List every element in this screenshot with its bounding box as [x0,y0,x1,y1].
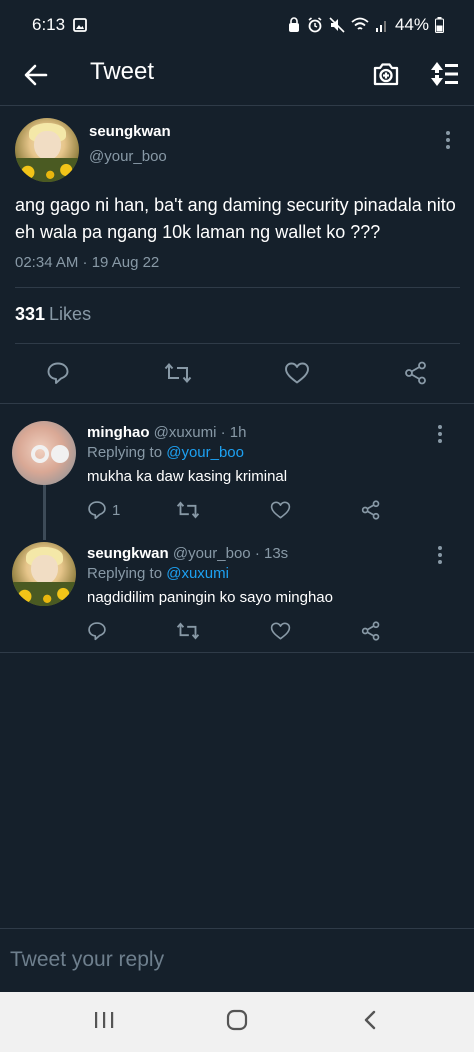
tweet-actions [0,356,474,404]
heart-icon[interactable] [270,621,291,641]
reply-icon[interactable] [87,500,107,520]
status-bar: 6:13 44% [0,0,474,50]
author-handle[interactable]: @your_boo [89,148,167,165]
sort-arrows-icon[interactable] [428,59,460,89]
battery-percent: 44% [394,15,429,34]
reply-composer [0,928,474,991]
likes-count: 331 [15,304,46,324]
home-icon[interactable] [226,1009,248,1031]
reply-icon[interactable] [46,361,70,385]
reply-author-name[interactable]: seungkwan [87,545,169,562]
reply-tweet[interactable]: seungkwan @your_boo · 13s Replying to @x… [0,526,474,652]
avatar[interactable] [15,118,79,182]
reply-time: · 1h [220,424,247,441]
reply-time: · 13s [254,545,289,562]
more-options-icon[interactable] [437,425,443,445]
divider [15,343,460,344]
tweet-text: ang gago ni han, ba't ang daming securit… [15,195,456,242]
heart-icon[interactable] [270,500,291,520]
divider [15,287,460,288]
replying-to-label: Replying to [87,565,163,582]
tweet-timestamp: 02:34 AM · 19 Aug 22 [15,254,160,271]
divider [0,652,474,653]
likes-summary[interactable]: 331 Likes [15,304,91,325]
page-title: Tweet [90,58,155,85]
mute-icon [329,17,345,33]
battery-icon [435,17,444,33]
more-options-icon[interactable] [437,546,443,566]
replying-to-label: Replying to [87,444,163,461]
reply-author-handle[interactable]: @xuxumi [154,424,217,441]
retweet-icon[interactable] [164,361,192,385]
more-options-icon[interactable] [445,131,451,151]
avatar[interactable] [12,421,76,485]
reply-author-name[interactable]: minghao [87,424,150,441]
reply-icon[interactable] [87,621,107,641]
retweet-icon[interactable] [176,500,200,520]
back-arrow-icon[interactable] [22,61,50,89]
reply-input[interactable] [0,929,474,991]
alarm-icon [308,17,322,33]
camera-plus-icon[interactable] [371,59,401,89]
replying-to-link[interactable]: @your_boo [166,444,244,461]
wifi-icon [351,17,369,30]
replying-to-link[interactable]: @xuxumi [166,565,229,582]
retweet-icon[interactable] [176,621,200,641]
status-time: 6:13 [32,15,66,34]
reply-text: nagdidilim paningin ko sayo minghao [87,589,333,606]
avatar[interactable] [12,542,76,606]
lock-icon [288,17,299,32]
likes-label: Likes [49,304,92,324]
share-icon[interactable] [361,500,381,520]
back-nav-icon[interactable] [360,1009,382,1031]
share-icon[interactable] [404,361,428,385]
top-app-bar: Tweet [0,50,474,106]
reply-count: 1 [112,502,121,519]
reply-text: mukha ka daw kasing kriminal [87,468,288,485]
reply-tweet[interactable]: minghao @xuxumi · 1h Replying to @your_b… [0,404,474,540]
share-icon[interactable] [361,621,381,641]
system-nav-bar [0,992,474,1052]
recent-apps-icon[interactable] [93,1009,115,1031]
signal-icon [375,21,386,32]
gallery-icon [73,18,87,32]
reply-author-handle[interactable]: @your_boo [173,545,251,562]
heart-icon[interactable] [284,361,310,385]
author-name[interactable]: seungkwan [89,123,171,140]
